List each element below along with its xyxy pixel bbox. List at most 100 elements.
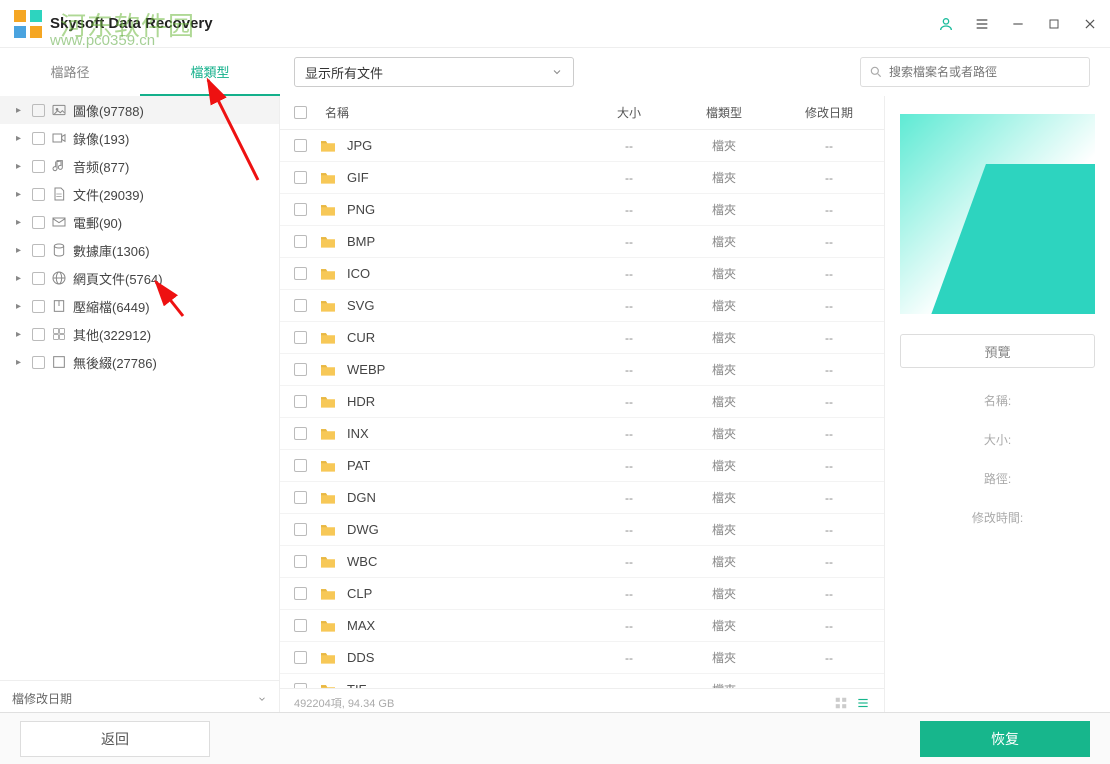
file-type: 檔夾	[674, 201, 774, 218]
file-name: GIF	[347, 170, 584, 185]
checkbox[interactable]	[294, 299, 307, 312]
checkbox[interactable]	[294, 171, 307, 184]
checkbox[interactable]	[294, 235, 307, 248]
sidebar-item[interactable]: ▸ 其他(322912)	[0, 320, 279, 348]
file-name: CLP	[347, 586, 584, 601]
file-row[interactable]: PNG -- 檔夾 --	[280, 194, 884, 226]
menu-icon[interactable]	[974, 16, 990, 32]
folder-icon	[319, 363, 337, 377]
file-row[interactable]: SVG -- 檔夾 --	[280, 290, 884, 322]
file-row[interactable]: CLP -- 檔夾 --	[280, 578, 884, 610]
file-date: --	[774, 139, 884, 153]
checkbox[interactable]	[294, 491, 307, 504]
video-icon	[51, 130, 67, 146]
chevron-down-icon	[257, 694, 267, 704]
checkbox[interactable]	[294, 267, 307, 280]
file-date: --	[774, 491, 884, 505]
sidebar-footer-sort[interactable]: 檔修改日期	[0, 680, 279, 716]
file-row[interactable]: MAX -- 檔夾 --	[280, 610, 884, 642]
checkbox[interactable]	[32, 216, 45, 229]
checkbox[interactable]	[294, 203, 307, 216]
file-row[interactable]: GIF -- 檔夾 --	[280, 162, 884, 194]
back-button[interactable]: 返回	[20, 721, 210, 757]
file-row[interactable]: HDR -- 檔夾 --	[280, 386, 884, 418]
checkbox[interactable]	[32, 300, 45, 313]
checkbox[interactable]	[294, 651, 307, 664]
file-name: DDS	[347, 650, 584, 665]
tab-type[interactable]: 檔類型	[140, 48, 280, 96]
sidebar-item-label: 圖像(97788)	[73, 101, 144, 120]
checkbox[interactable]	[32, 272, 45, 285]
checkbox[interactable]	[32, 356, 45, 369]
checkbox[interactable]	[32, 188, 45, 201]
sidebar-item[interactable]: ▸ 電郵(90)	[0, 208, 279, 236]
select-all-checkbox[interactable]	[294, 106, 307, 119]
sidebar-item[interactable]: ▸ 圖像(97788)	[0, 96, 279, 124]
sidebar-item[interactable]: ▸ 網頁文件(5764)	[0, 264, 279, 292]
close-icon[interactable]	[1082, 16, 1098, 32]
caret-icon: ▸	[16, 329, 26, 340]
search-box[interactable]	[860, 57, 1090, 87]
file-row[interactable]: BMP -- 檔夾 --	[280, 226, 884, 258]
checkbox[interactable]	[294, 459, 307, 472]
preview-button[interactable]: 預覽	[900, 334, 1095, 368]
file-size: --	[584, 171, 674, 185]
file-row[interactable]: PAT -- 檔夾 --	[280, 450, 884, 482]
sidebar-item[interactable]: ▸ 音频(877)	[0, 152, 279, 180]
folder-icon	[319, 651, 337, 665]
file-name: INX	[347, 426, 584, 441]
file-name: PNG	[347, 202, 584, 217]
file-row[interactable]: JPG -- 檔夾 --	[280, 130, 884, 162]
checkbox[interactable]	[32, 244, 45, 257]
checkbox[interactable]	[294, 395, 307, 408]
file-row[interactable]: INX -- 檔夾 --	[280, 418, 884, 450]
file-row[interactable]: CUR -- 檔夾 --	[280, 322, 884, 354]
tab-path[interactable]: 檔路径	[0, 48, 140, 96]
sidebar-item[interactable]: ▸ 錄像(193)	[0, 124, 279, 152]
file-name: CUR	[347, 330, 584, 345]
folder-icon	[319, 235, 337, 249]
file-date: --	[774, 267, 884, 281]
file-type: 檔夾	[674, 265, 774, 282]
column-date[interactable]: 修改日期	[774, 104, 884, 121]
checkbox[interactable]	[294, 523, 307, 536]
sidebar-item[interactable]: ▸ 數據庫(1306)	[0, 236, 279, 264]
sidebar-item-label: 壓縮檔(6449)	[73, 297, 150, 316]
file-row[interactable]: DWG -- 檔夾 --	[280, 514, 884, 546]
file-row[interactable]: DGN -- 檔夾 --	[280, 482, 884, 514]
file-row[interactable]: ICO -- 檔夾 --	[280, 258, 884, 290]
filter-dropdown[interactable]: 显示所有文件	[294, 57, 574, 87]
column-name[interactable]: 名稱	[325, 104, 584, 121]
checkbox[interactable]	[294, 619, 307, 632]
sidebar-item[interactable]: ▸ 無後綴(27786)	[0, 348, 279, 376]
file-name: ICO	[347, 266, 584, 281]
recover-button[interactable]: 恢复	[920, 721, 1090, 757]
file-row[interactable]: DDS -- 檔夾 --	[280, 642, 884, 674]
file-row[interactable]: TIF -- 檔夾 --	[280, 674, 884, 688]
checkbox[interactable]	[294, 555, 307, 568]
column-size[interactable]: 大小	[584, 104, 674, 121]
checkbox[interactable]	[32, 160, 45, 173]
checkbox[interactable]	[294, 587, 307, 600]
file-row[interactable]: WBC -- 檔夾 --	[280, 546, 884, 578]
checkbox[interactable]	[294, 139, 307, 152]
grid-view-icon[interactable]	[834, 696, 848, 710]
checkbox[interactable]	[32, 328, 45, 341]
checkbox[interactable]	[32, 132, 45, 145]
file-date: --	[774, 619, 884, 633]
sidebar-item[interactable]: ▸ 文件(29039)	[0, 180, 279, 208]
column-type[interactable]: 檔類型	[674, 104, 774, 121]
maximize-icon[interactable]	[1046, 16, 1062, 32]
list-view-icon[interactable]	[856, 696, 870, 710]
checkbox[interactable]	[294, 331, 307, 344]
search-input[interactable]	[889, 65, 1081, 79]
file-row[interactable]: WEBP -- 檔夾 --	[280, 354, 884, 386]
minimize-icon[interactable]	[1010, 16, 1026, 32]
file-date: --	[774, 331, 884, 345]
checkbox[interactable]	[32, 104, 45, 117]
checkbox[interactable]	[294, 363, 307, 376]
checkbox[interactable]	[294, 427, 307, 440]
sidebar-item[interactable]: ▸ 壓縮檔(6449)	[0, 292, 279, 320]
sidebar-item-label: 其他(322912)	[73, 325, 151, 344]
user-icon[interactable]	[938, 16, 954, 32]
